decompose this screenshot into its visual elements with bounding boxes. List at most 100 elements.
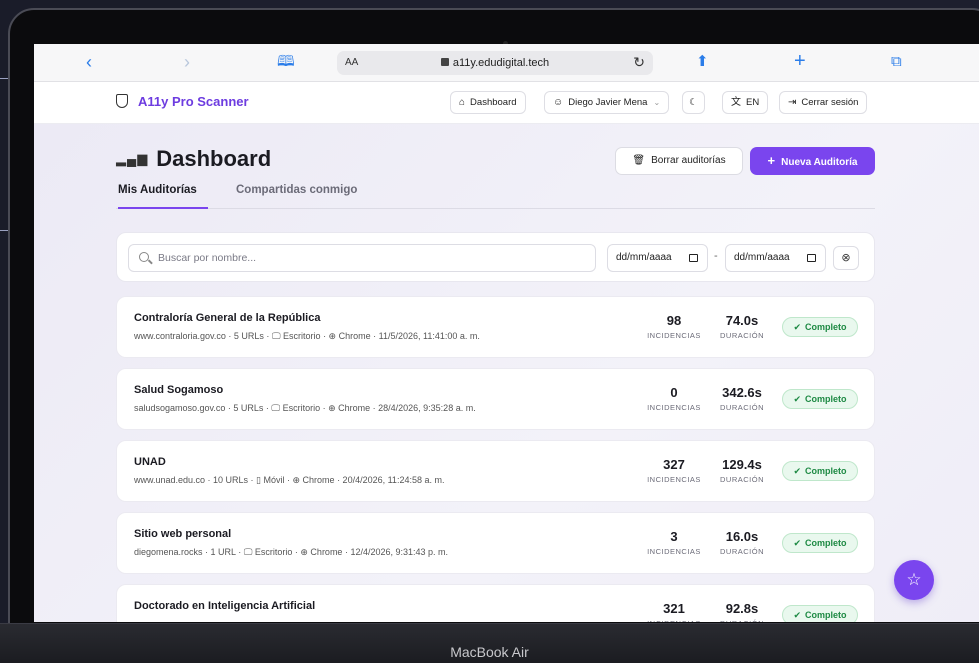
tab-label: Mis Auditorías xyxy=(118,184,197,196)
url-text: a11y.edudigital.tech xyxy=(452,57,550,69)
filter-bar: Buscar por nombre... dd/mm/aaaa - dd/mm/… xyxy=(116,232,875,282)
reload-icon[interactable]: ↻ xyxy=(633,54,645,71)
duration-label: DURACIÓN xyxy=(719,403,764,412)
duration-value: 342.6s xyxy=(722,385,762,400)
main-content: ▂▄▆ Dashboard 🗑 Borrar auditorías + Nueva A… xyxy=(34,124,979,622)
check-circle-icon: ✔ xyxy=(793,466,802,476)
moon-icon: ☾ xyxy=(689,97,698,108)
status-text: Completo xyxy=(805,610,847,620)
issues-count: 321 xyxy=(663,601,685,616)
forward-icon[interactable]: › xyxy=(184,52,190,72)
close-circle-icon: ⊗ xyxy=(841,252,851,264)
search-icon xyxy=(139,252,149,262)
duration-value: 74.0s xyxy=(725,313,759,328)
date-from-input[interactable]: dd/mm/aaaa xyxy=(607,244,708,272)
duration-value: 129.4s xyxy=(722,457,762,472)
screen: ‹ › 🕮 AA a11y.edudigital.tech ↻ ⬆ + ⧉ A1… xyxy=(34,44,979,622)
duration-stat: 129.4s DURACIÓN xyxy=(707,457,777,484)
tab-shared-with-me[interactable]: Compartidas conmigo xyxy=(236,184,357,209)
issues-stat: 321 INCIDENCIAS xyxy=(639,601,709,622)
calendar-icon[interactable] xyxy=(807,254,816,262)
issues-label: INCIDENCIAS xyxy=(647,475,701,484)
duration-label: DURACIÓN xyxy=(707,619,777,622)
chart-bars-icon: ▂▄▆ xyxy=(116,151,149,166)
check-circle-icon: ✔ xyxy=(793,394,802,404)
new-tab-icon[interactable]: + xyxy=(794,51,806,71)
logout-button[interactable]: ⇥ Cerrar sesión xyxy=(779,91,868,114)
audit-name: UNAD xyxy=(134,456,166,468)
date-from-text: dd/mm/aaaa xyxy=(616,252,672,263)
tab-label: Compartidas conmigo xyxy=(236,184,358,196)
check-circle-icon: ✔ xyxy=(793,610,802,620)
audit-card[interactable]: UNAD www.unad.edu.co · 10 URLs · ▯ Móvil … xyxy=(116,440,875,502)
audit-card[interactable]: Sitio web personal diegomena.rocks · 1 UR… xyxy=(116,512,875,574)
issues-stat: 327 INCIDENCIAS xyxy=(639,457,709,484)
issues-count: 327 xyxy=(663,457,685,472)
new-audit-button[interactable]: + Nueva Auditoría xyxy=(750,147,875,175)
tabs-icon[interactable]: ⧉ xyxy=(891,52,902,72)
audit-meta: www.unad.edu.co · 10 URLs · ▯ Móvil · ⊕ … xyxy=(134,475,445,485)
user-menu-button[interactable]: ☺ Diego Javier Mena ⌄ xyxy=(544,91,670,114)
theme-toggle-button[interactable]: ☾ xyxy=(682,91,705,114)
chevron-down-icon: ⌄ xyxy=(653,98,661,107)
translate-icon: 文 xyxy=(731,97,741,108)
clear-filters-button[interactable]: ⊗ xyxy=(833,246,859,270)
check-circle-icon: ✔ xyxy=(793,322,802,332)
calendar-icon[interactable] xyxy=(689,254,698,262)
brand[interactable]: A11y Pro Scanner xyxy=(116,94,249,109)
address-bar[interactable]: AA a11y.edudigital.tech ↻ xyxy=(337,51,653,75)
issues-label: INCIDENCIAS xyxy=(639,619,709,622)
status-text: Completo xyxy=(805,466,847,476)
status-badge: ✔ Completo xyxy=(782,461,858,481)
browser-toolbar: ‹ › 🕮 AA a11y.edudigital.tech ↻ ⬆ + ⧉ xyxy=(34,44,979,82)
audit-name: Sitio web personal xyxy=(134,528,232,540)
audit-name: Salud Sogamoso xyxy=(134,384,224,396)
audit-meta: saludsogamoso.gov.co · 5 URLs · 🖵 Escrit… xyxy=(134,403,476,413)
issues-label: INCIDENCIAS xyxy=(647,547,701,556)
dashboard-label: Dashboard xyxy=(470,97,517,108)
page-title-text: Dashboard xyxy=(156,146,272,171)
status-text: Completo xyxy=(805,538,847,548)
clear-audits-label: Borrar auditorías xyxy=(651,155,726,166)
issues-stat: 3 INCIDENCIAS xyxy=(639,529,709,556)
device-label: MacBook Air xyxy=(450,644,529,660)
lock-icon xyxy=(440,58,449,66)
back-icon[interactable]: ‹ xyxy=(86,52,92,72)
issues-count: 3 xyxy=(670,529,678,544)
tab-bar: Mis Auditorías Compartidas conmigo xyxy=(116,184,875,209)
duration-stat: 92.8s DURACIÓN xyxy=(707,601,777,622)
duration-label: DURACIÓN xyxy=(719,547,764,556)
lightbulb-icon: ☆ xyxy=(906,570,922,589)
date-to-input[interactable]: dd/mm/aaaa xyxy=(725,244,826,272)
audit-name: Doctorado en Inteligencia Artificial xyxy=(134,600,316,612)
duration-label: DURACIÓN xyxy=(719,331,764,340)
duration-value: 92.8s xyxy=(725,601,759,616)
audit-card[interactable]: Salud Sogamoso saludsogamoso.gov.co · 5 U… xyxy=(116,368,875,430)
dashboard-button[interactable]: ⌂ Dashboard xyxy=(450,91,526,114)
audit-meta: diegomena.rocks · 1 URL · 🖵 Escritorio ·… xyxy=(134,547,449,557)
issues-count: 0 xyxy=(670,385,678,400)
search-input[interactable]: Buscar por nombre... xyxy=(128,244,596,272)
user-name: Diego Javier Mena xyxy=(568,97,648,108)
duration-stat: 74.0s DURACIÓN xyxy=(707,313,777,340)
language-label: EN xyxy=(746,97,760,108)
status-badge: ✔ Completo xyxy=(782,533,858,553)
status-text: Completo xyxy=(805,394,847,404)
audit-card[interactable]: Contraloría General de la República www.c… xyxy=(116,296,875,358)
new-audit-label: Nueva Auditoría xyxy=(781,157,858,168)
language-button[interactable]: 文 EN xyxy=(722,91,769,114)
bookmarks-icon[interactable]: 🕮 xyxy=(277,52,295,72)
date-separator: - xyxy=(714,250,718,262)
duration-value: 16.0s xyxy=(725,529,759,544)
status-text: Completo xyxy=(805,322,847,332)
search-placeholder: Buscar por nombre... xyxy=(158,252,257,264)
share-icon[interactable]: ⬆ xyxy=(696,52,709,72)
tab-my-audits[interactable]: Mis Auditorías xyxy=(118,184,208,209)
plus-icon: + xyxy=(767,153,776,168)
clear-audits-button[interactable]: 🗑 Borrar auditorías xyxy=(615,147,743,175)
status-badge: ✔ Completo xyxy=(782,389,858,409)
trash-icon: 🗑 xyxy=(632,155,646,166)
duration-stat: 342.6s DURACIÓN xyxy=(707,385,777,412)
audit-card[interactable]: Doctorado en Inteligencia Artificial 321 I… xyxy=(116,584,875,622)
help-button[interactable]: ☆ xyxy=(894,560,934,600)
